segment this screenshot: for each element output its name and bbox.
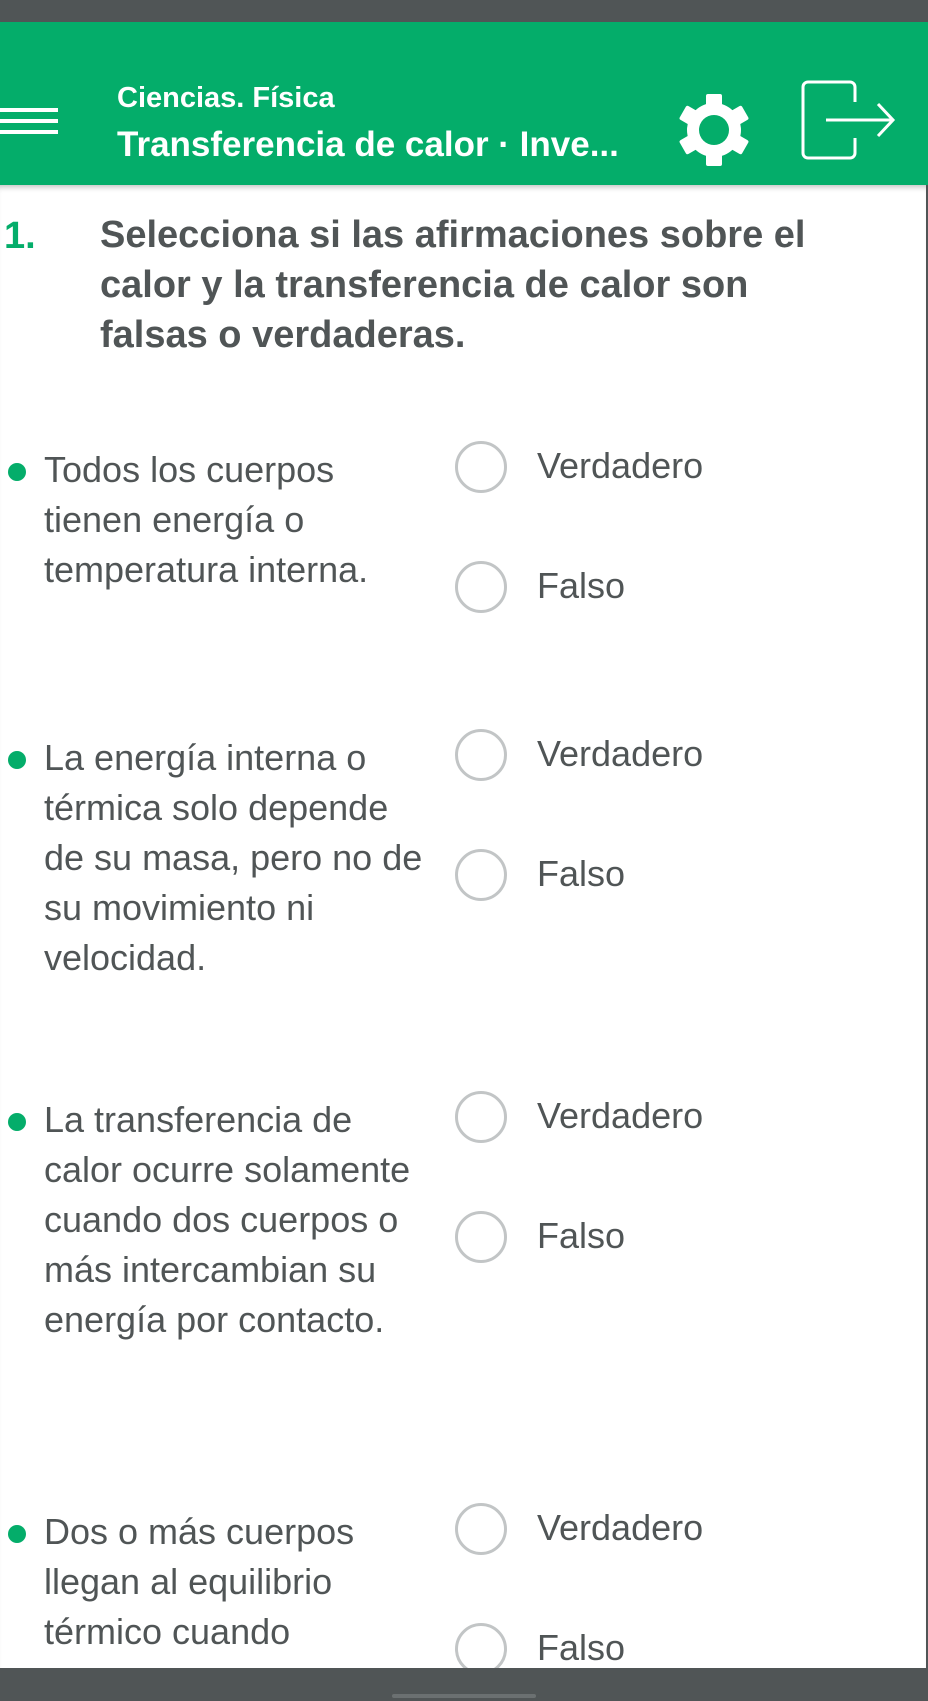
option-label: Falso [537, 853, 626, 894]
option-label: Verdadero [537, 733, 704, 774]
option-verdadero[interactable]: Verdadero [455, 1503, 755, 1563]
option-label: Falso [537, 1627, 626, 1668]
question-text: Selecciona si las afirmaciones sobre el … [100, 214, 806, 356]
gear-icon[interactable] [676, 92, 752, 168]
bullet-icon [8, 751, 26, 769]
radio-button[interactable] [455, 729, 507, 781]
option-falso[interactable]: Falso [455, 1623, 755, 1668]
question-content: 1. Selecciona si las afirmaciones sobre … [0, 185, 926, 1668]
option-label: Falso [537, 1215, 626, 1256]
option-falso[interactable]: Falso [455, 561, 755, 621]
radio-button[interactable] [455, 1623, 507, 1668]
radio-button[interactable] [455, 1091, 507, 1143]
logout-icon[interactable] [800, 78, 896, 162]
option-label: Verdadero [537, 1095, 704, 1136]
status-bar [0, 0, 928, 22]
option-verdadero[interactable]: Verdadero [455, 1091, 755, 1151]
option-label: Verdadero [537, 445, 704, 486]
bullet-icon [8, 1113, 26, 1131]
question-number: 1. [4, 215, 36, 257]
lesson-title: Transferencia de calor · Inve... [117, 125, 619, 164]
radio-button[interactable] [455, 561, 507, 613]
option-label: Falso [537, 565, 626, 606]
radio-button[interactable] [455, 1211, 507, 1263]
radio-button[interactable] [455, 441, 507, 493]
bullet-icon [8, 1525, 26, 1543]
statement-text: Todos los cuerpos tienen energía o tempe… [44, 449, 369, 590]
option-falso[interactable]: Falso [455, 849, 755, 909]
option-falso[interactable]: Falso [455, 1211, 755, 1271]
app-header: Ciencias. Física Transferencia de calor … [0, 22, 928, 185]
home-indicator[interactable] [392, 1694, 536, 1698]
option-verdadero[interactable]: Verdadero [455, 441, 755, 501]
radio-button[interactable] [455, 1503, 507, 1555]
menu-icon[interactable] [0, 108, 60, 138]
statement-text: La energía interna o térmica solo depend… [44, 737, 423, 978]
option-verdadero[interactable]: Verdadero [455, 729, 755, 789]
option-label: Verdadero [537, 1507, 704, 1548]
bullet-icon [8, 463, 26, 481]
radio-button[interactable] [455, 849, 507, 901]
statement-text: Dos o más cuerpos llegan al equilibrio t… [44, 1511, 355, 1652]
statement-text: La transferencia de calor ocurre solamen… [44, 1099, 411, 1340]
navigation-bar [0, 1668, 928, 1701]
course-title: Ciencias. Física [117, 82, 335, 114]
